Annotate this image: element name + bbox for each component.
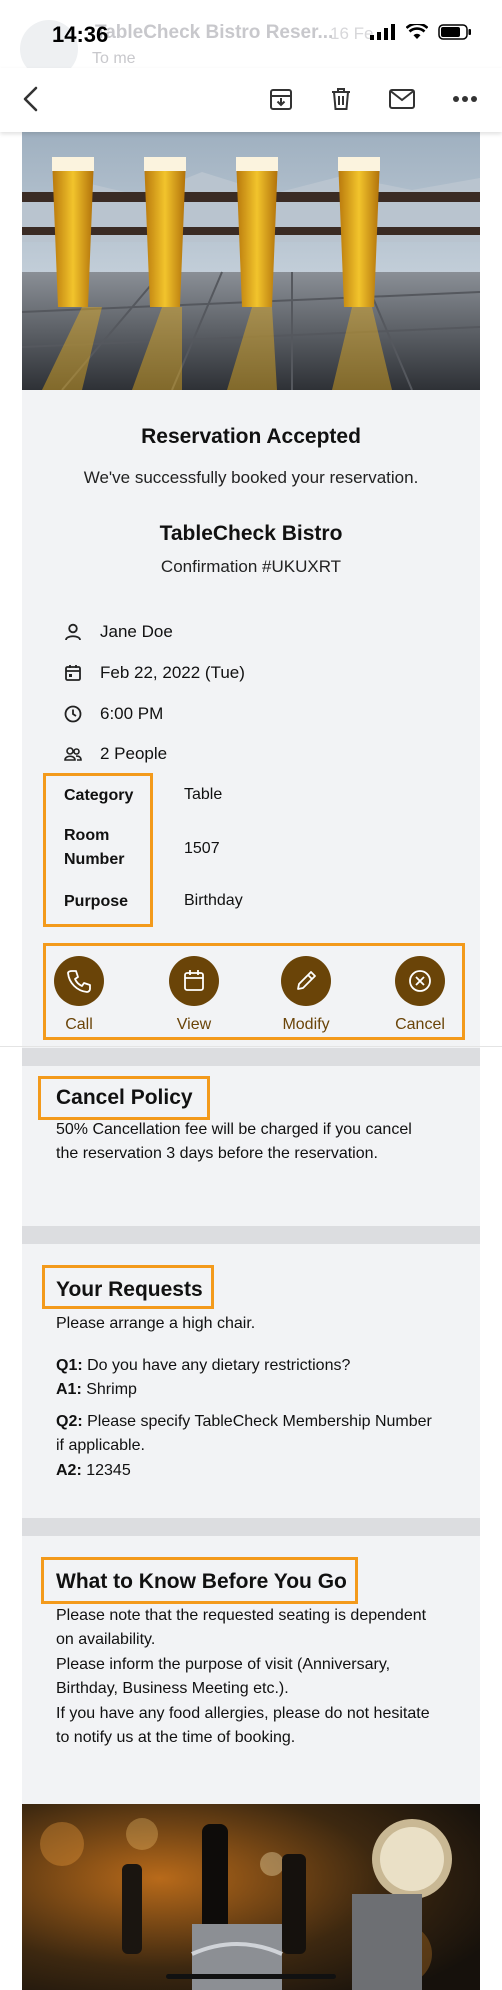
- divider: [0, 1046, 502, 1047]
- battery-icon: [438, 24, 471, 40]
- a1-text: Shrimp: [86, 1381, 137, 1398]
- cancel-policy-text: 50% Cancellation fee will be charged if …: [56, 1121, 412, 1162]
- know-line-1: Please note that the requested seating i…: [56, 1607, 427, 1648]
- modify-label: Modify: [282, 1016, 330, 1033]
- q1-label: Q1:: [56, 1357, 83, 1374]
- request-q1: Q1: Do you have any dietary restrictions…: [56, 1354, 436, 1378]
- envelope-icon: [389, 89, 415, 109]
- view-label: View: [176, 1016, 212, 1033]
- reservation-subheading: We've successfully booked your reservati…: [83, 468, 419, 487]
- request-a2: A2: 12345: [56, 1459, 436, 1483]
- home-indicator: [166, 1974, 336, 1979]
- call-label: Call: [65, 1016, 93, 1033]
- reservation-time: 6:00 PM: [100, 704, 164, 723]
- room-number-value: 1507: [184, 840, 220, 857]
- a2-text: 12345: [86, 1462, 131, 1479]
- guest-row: Jane Doe: [64, 622, 173, 642]
- mail-toolbar: [0, 68, 502, 132]
- calendar-icon: [65, 665, 81, 681]
- date-row: Feb 22, 2022 (Tue): [64, 663, 245, 683]
- party-row: 2 People: [64, 744, 167, 764]
- sender-name: TableCheck Bistro Reser...: [95, 22, 334, 43]
- cancel-policy-title: Cancel Policy: [56, 1086, 193, 1109]
- ellipsis-icon: [453, 96, 477, 102]
- request-a1: A1: Shrimp: [56, 1378, 436, 1402]
- call-button[interactable]: Call: [31, 956, 127, 1034]
- cancel-circle-icon: [409, 970, 431, 992]
- know-before-title: What to Know Before You Go: [56, 1570, 347, 1593]
- a1-label: A1:: [56, 1381, 82, 1398]
- phone-icon: [67, 970, 91, 993]
- requests-note: Please arrange a high chair.: [56, 1315, 256, 1332]
- modify-button[interactable]: Modify: [258, 956, 354, 1034]
- trash-icon: [332, 88, 350, 110]
- q2-text: Please specify TableCheck Membership Num…: [56, 1413, 432, 1454]
- section-separator: [22, 1518, 480, 1536]
- chevron-left-icon: [23, 86, 38, 112]
- more-button[interactable]: [448, 82, 482, 116]
- person-icon: [65, 623, 81, 641]
- guest-name: Jane Doe: [100, 622, 173, 641]
- pencil-icon: [297, 971, 316, 990]
- restaurant-name: TableCheck Bistro: [159, 522, 343, 545]
- a2-label: A2:: [56, 1462, 82, 1479]
- highlight-details-labels: [43, 773, 153, 927]
- delete-button[interactable]: [324, 82, 358, 116]
- recipient-label: To me: [92, 50, 136, 67]
- know-line-2: Please inform the purpose of visit (Anni…: [56, 1656, 391, 1697]
- archive-icon: [270, 89, 292, 110]
- archive-button[interactable]: [264, 82, 298, 116]
- confirmation-number: Confirmation #UKUXRT: [160, 557, 342, 576]
- know-line-3: If you have any food allergies, please d…: [56, 1705, 430, 1746]
- time-row: 6:00 PM: [64, 704, 163, 724]
- back-button[interactable]: [14, 82, 48, 116]
- requests-title: Your Requests: [56, 1278, 203, 1301]
- view-button[interactable]: View: [146, 956, 242, 1034]
- wifi-icon: [406, 24, 428, 39]
- system-icons: [370, 24, 472, 40]
- section-separator: [22, 1226, 480, 1244]
- party-size: 2 People: [100, 744, 168, 763]
- clock-icon: [64, 705, 82, 723]
- q1-text: Do you have any dietary restrictions?: [87, 1357, 351, 1374]
- request-q2: Q2: Please specify TableCheck Membership…: [56, 1410, 436, 1458]
- purpose-value: Birthday: [184, 892, 243, 909]
- q2-label: Q2:: [56, 1413, 83, 1430]
- footer-image-beer-taps: [22, 1804, 480, 1990]
- category-value: Table: [184, 786, 223, 803]
- cancel-label: Cancel: [395, 1016, 445, 1033]
- section-separator: [22, 1048, 480, 1066]
- reservation-heading: Reservation Accepted: [141, 425, 361, 448]
- status-time: 14:36: [52, 22, 109, 47]
- mail-button[interactable]: [385, 82, 419, 116]
- hero-image-beer-glasses: [22, 132, 480, 390]
- cancel-button[interactable]: Cancel: [372, 956, 468, 1034]
- people-icon: [64, 747, 82, 761]
- status-bar: TableCheck Bistro Reser... To me 16 Fe 1…: [0, 0, 502, 78]
- received-date: 16 Fe: [330, 24, 374, 43]
- calendar-icon: [184, 970, 204, 991]
- reservation-date: Feb 22, 2022 (Tue): [100, 663, 245, 682]
- signal-icon: [370, 24, 395, 40]
